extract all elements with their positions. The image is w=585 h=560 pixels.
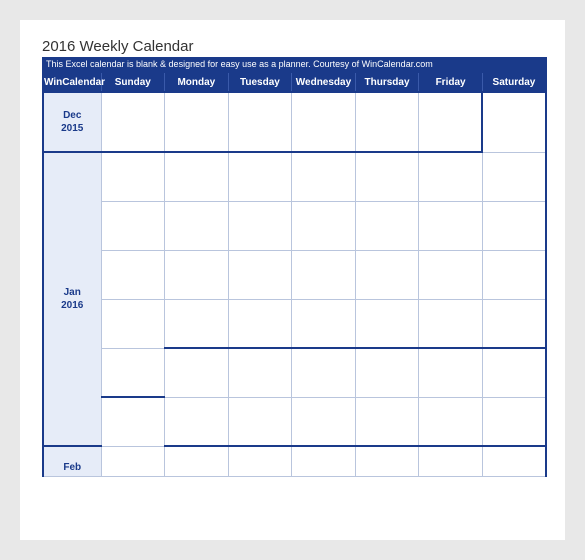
calendar-cell[interactable] <box>165 92 229 152</box>
table-row <box>43 299 546 348</box>
calendar-cell[interactable] <box>419 201 483 250</box>
calendar-cell[interactable] <box>482 250 546 299</box>
month-label-jan: Jan 2016 <box>43 152 101 446</box>
calendar-cell[interactable] <box>165 348 229 397</box>
day-header-saturday: Saturday <box>482 72 546 92</box>
calendar-cell[interactable] <box>101 348 165 397</box>
day-header-sunday: Sunday <box>101 72 165 92</box>
calendar-cell[interactable] <box>101 201 165 250</box>
calendar-cell[interactable] <box>355 92 419 152</box>
calendar-cell[interactable] <box>165 397 229 446</box>
calendar-cell[interactable] <box>482 92 546 152</box>
calendar-cell[interactable] <box>482 299 546 348</box>
calendar-cell[interactable] <box>101 152 165 201</box>
table-row <box>43 201 546 250</box>
calendar-cell[interactable] <box>292 348 356 397</box>
calendar-cell[interactable] <box>228 152 292 201</box>
calendar-cell[interactable] <box>101 397 165 446</box>
calendar-cell[interactable] <box>101 446 165 476</box>
calendar-cell[interactable] <box>292 250 356 299</box>
calendar-cell[interactable] <box>355 397 419 446</box>
day-header-monday: Monday <box>165 72 229 92</box>
calendar-cell[interactable] <box>355 348 419 397</box>
calendar-cell[interactable] <box>355 446 419 476</box>
calendar-cell[interactable] <box>355 250 419 299</box>
month-label-dec: Dec 2015 <box>43 92 101 152</box>
table-row <box>43 348 546 397</box>
calendar-table: WinCalendar Sunday Monday Tuesday Wednes… <box>42 71 547 477</box>
calendar-cell[interactable] <box>292 201 356 250</box>
table-row: Dec 2015 <box>43 92 546 152</box>
calendar-cell[interactable] <box>228 201 292 250</box>
calendar-cell[interactable] <box>419 152 483 201</box>
calendar-cell[interactable] <box>419 250 483 299</box>
calendar-cell[interactable] <box>101 92 165 152</box>
table-row: Jan 2016 <box>43 152 546 201</box>
calendar-cell[interactable] <box>419 299 483 348</box>
calendar-cell[interactable] <box>292 152 356 201</box>
calendar-cell[interactable] <box>419 348 483 397</box>
calendar-cell[interactable] <box>482 348 546 397</box>
calendar-cell[interactable] <box>228 397 292 446</box>
calendar-cell[interactable] <box>228 348 292 397</box>
calendar-cell[interactable] <box>165 250 229 299</box>
table-row <box>43 250 546 299</box>
calendar-cell[interactable] <box>419 92 483 152</box>
calendar-cell[interactable] <box>228 92 292 152</box>
calendar-cell[interactable] <box>165 152 229 201</box>
calendar-cell[interactable] <box>419 446 483 476</box>
calendar-cell[interactable] <box>482 397 546 446</box>
calendar-cell[interactable] <box>165 201 229 250</box>
calendar-cell[interactable] <box>292 397 356 446</box>
day-header-wednesday: Wednesday <box>292 72 356 92</box>
calendar-cell[interactable] <box>292 92 356 152</box>
header-row: WinCalendar Sunday Monday Tuesday Wednes… <box>43 72 546 92</box>
subtitle-bar: This Excel calendar is blank & designed … <box>42 57 547 71</box>
calendar-cell[interactable] <box>482 201 546 250</box>
brand-header: WinCalendar <box>43 72 101 92</box>
calendar-cell[interactable] <box>228 250 292 299</box>
calendar-cell[interactable] <box>419 397 483 446</box>
day-header-thursday: Thursday <box>355 72 419 92</box>
calendar-cell[interactable] <box>228 446 292 476</box>
calendar-cell[interactable] <box>165 299 229 348</box>
month-label-feb: Feb <box>43 446 101 476</box>
day-header-friday: Friday <box>419 72 483 92</box>
calendar-cell[interactable] <box>292 446 356 476</box>
page-title: 2016 Weekly Calendar <box>42 38 547 55</box>
calendar-cell[interactable] <box>355 201 419 250</box>
calendar-cell[interactable] <box>292 299 356 348</box>
day-header-tuesday: Tuesday <box>228 72 292 92</box>
calendar-cell[interactable] <box>482 152 546 201</box>
calendar-cell[interactable] <box>165 446 229 476</box>
calendar-cell[interactable] <box>355 299 419 348</box>
calendar-cell[interactable] <box>101 299 165 348</box>
table-row <box>43 397 546 446</box>
calendar-cell[interactable] <box>482 446 546 476</box>
calendar-cell[interactable] <box>228 299 292 348</box>
calendar-cell[interactable] <box>355 152 419 201</box>
calendar-sheet: 2016 Weekly Calendar This Excel calendar… <box>20 20 565 540</box>
table-row: Feb <box>43 446 546 476</box>
calendar-cell[interactable] <box>101 250 165 299</box>
